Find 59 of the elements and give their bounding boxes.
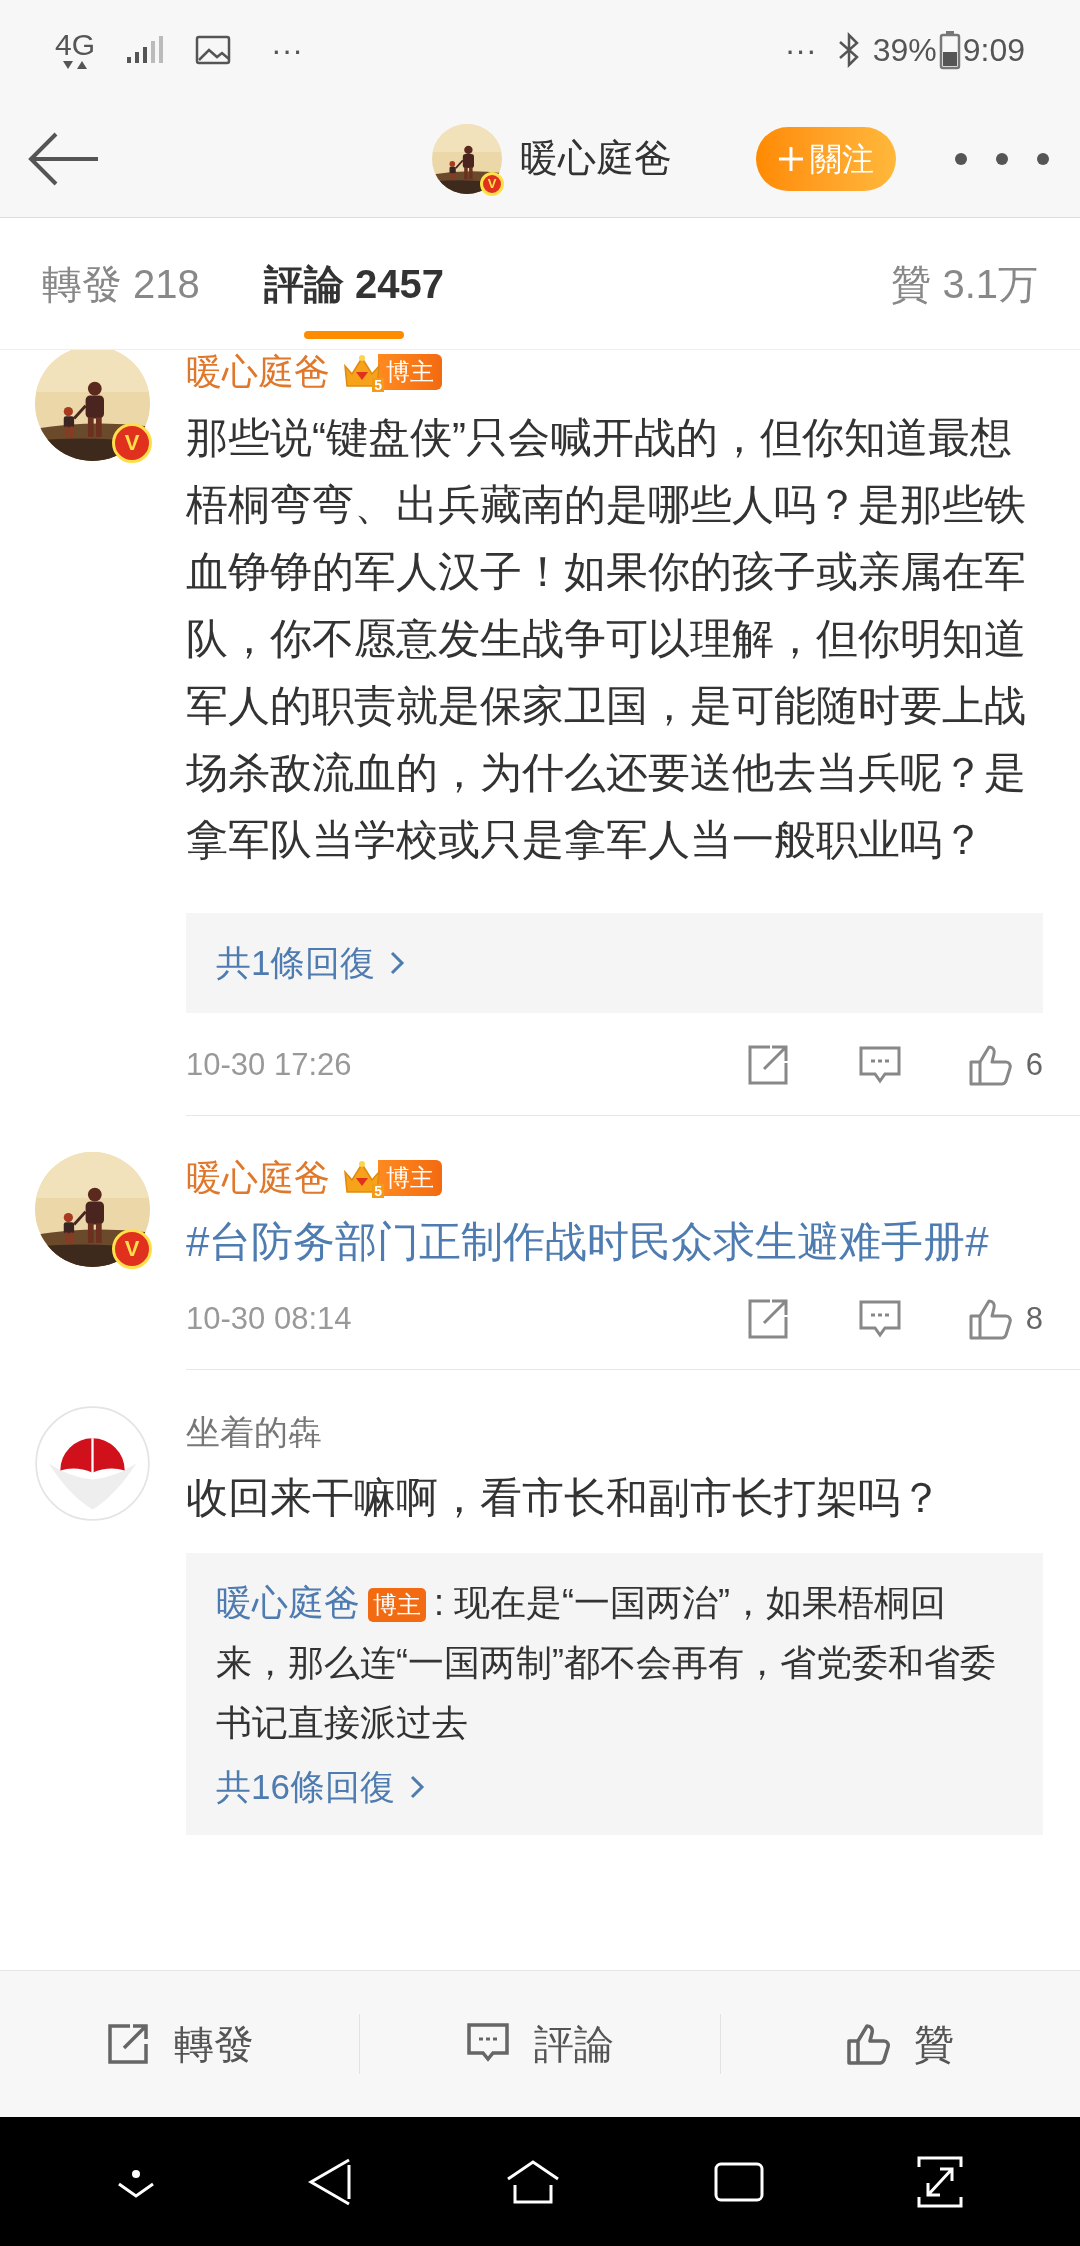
back-arrow-icon xyxy=(28,130,100,187)
tab[interactable]: 贊 3.1万 xyxy=(891,218,1038,349)
replies-link[interactable]: 共1條回復 xyxy=(216,935,1013,991)
rank-number: 5 xyxy=(372,378,384,392)
thumbs-up-icon xyxy=(967,1043,1014,1087)
thumbs-up-icon xyxy=(967,1297,1014,1341)
crown-icon xyxy=(342,354,382,390)
author-name[interactable]: 坐着的犇 xyxy=(186,1406,322,1458)
replies-link-text[interactable]: 共16條回復 xyxy=(216,1759,395,1815)
tab[interactable]: 評論 2457 xyxy=(263,218,444,349)
like-button[interactable]: 8 xyxy=(967,1295,1043,1343)
author-name[interactable]: 暖心庭爸 xyxy=(186,1151,330,1205)
comment-text: 收回来干嘛啊，看市长和副市长打架吗？ xyxy=(186,1473,943,1523)
chevron-right-icon xyxy=(408,1774,425,1800)
comment-text: 那些说“键盘侠”只会喊开战的，但你知道最想梧桐弯弯、出兵藏南的是哪些人吗？是那些铁血铮铮的军人汉子！如果你的孩子或亲属在军队，你不愿意发生战争可以理解，但你明知道军人的职责就是保家卫国，是可能随时要上战场杀敌流血的，为什么还要送他去当兵呢？是拿军队当学校或只是拿军人当一般职业吗？ xyxy=(186,413,1027,865)
reply-text: 暖心庭爸 博主 : 现在是“一国两治”，如果梧桐回来，那么连“一国两制”都不会再有，省党委和省委书记直接派过去 xyxy=(216,1581,997,1745)
replies-link-text[interactable]: 共1條回復 xyxy=(216,935,376,991)
battery-icon xyxy=(938,30,961,70)
home-icon xyxy=(505,2158,561,2205)
more-icon xyxy=(954,151,1050,166)
network-type: 4G xyxy=(55,30,96,60)
like-button[interactable]: 6 xyxy=(967,1041,1043,1089)
blogger-badge: 博主 xyxy=(368,1588,426,1623)
home-button[interactable] xyxy=(505,2158,561,2205)
chevron-right-icon xyxy=(389,950,406,976)
comment-icon xyxy=(857,1045,902,1085)
reply-author[interactable]: 暖心庭爸 xyxy=(216,1582,360,1623)
comment-time: 10-30 08:14 xyxy=(186,1299,353,1338)
data-arrows-icon xyxy=(62,60,88,70)
replies-link[interactable]: 共16條回復 xyxy=(216,1759,1013,1815)
tab[interactable]: 轉發 218 xyxy=(42,218,200,349)
signal-icon xyxy=(125,35,166,65)
thumbs-up-icon xyxy=(846,2022,893,2066)
back-button[interactable] xyxy=(307,2156,354,2207)
page-title: 暖心庭爸 xyxy=(520,136,672,181)
like-button[interactable]: 贊 xyxy=(846,2014,955,2074)
rank-number: 5 xyxy=(372,1184,384,1198)
avatar-icon xyxy=(35,1406,150,1521)
plus-icon xyxy=(778,145,804,172)
image-icon xyxy=(195,35,232,65)
more-indicator: ··· xyxy=(271,31,303,70)
recents-icon xyxy=(712,2160,765,2203)
recents-button[interactable] xyxy=(712,2160,765,2203)
comment-icon xyxy=(857,1299,902,1339)
clock-time: 9:09 xyxy=(962,31,1025,70)
follow-button[interactable]: 關注 xyxy=(756,126,896,191)
expand-icon xyxy=(916,2154,965,2209)
repost-button[interactable]: 轉發 xyxy=(105,2014,254,2074)
rotate-button[interactable] xyxy=(916,2154,965,2209)
hashtag-link[interactable]: #台防务部门正制作战时民众求生避难手册# xyxy=(186,1210,1043,1273)
verified-badge: V xyxy=(112,423,152,463)
comment-time: 10-30 17:26 xyxy=(186,1045,353,1084)
verified-badge: V xyxy=(112,1229,152,1269)
comment-button[interactable]: 評論 xyxy=(466,2014,614,2074)
back-icon xyxy=(307,2156,354,2207)
crown-icon xyxy=(342,1160,382,1196)
more-indicator: ··· xyxy=(784,31,817,70)
author-name[interactable]: 暖心庭爸 xyxy=(186,350,330,399)
battery-percent: 39% xyxy=(872,31,937,70)
